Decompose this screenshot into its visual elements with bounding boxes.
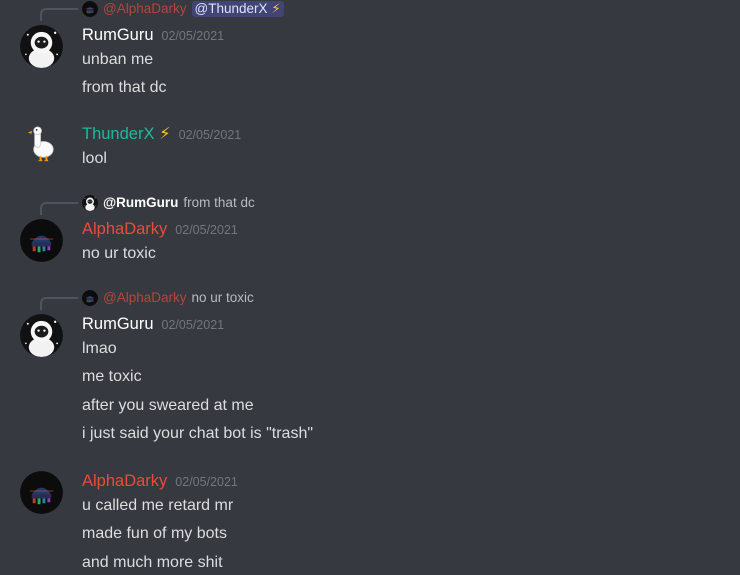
astronaut-avatar-icon (20, 25, 63, 68)
message-header: AlphaDarky 02/05/2021 (82, 219, 238, 240)
avatar-mini-icon (82, 1, 98, 17)
reply-preview[interactable]: @RumGuru from that dc (82, 195, 255, 211)
reply-spine (40, 297, 78, 310)
timestamp[interactable]: 02/05/2021 (175, 475, 238, 489)
username[interactable]: AlphaDarky (82, 220, 167, 238)
avatar[interactable] (20, 471, 63, 514)
message-line: u called me retard mr (82, 497, 234, 514)
message-line: i just said your chat bot is "trash" (82, 425, 314, 442)
message-line: me toxic (82, 368, 142, 385)
mention-tag[interactable]: @ThunderX ⚡ (191, 1, 284, 17)
avatar[interactable] (20, 122, 63, 165)
message-line: lool (82, 150, 107, 167)
timestamp[interactable]: 02/05/2021 (175, 223, 238, 237)
reply-author[interactable]: @RumGuru (103, 195, 178, 211)
astronaut-avatar-icon (20, 314, 63, 357)
reply-preview[interactable]: @AlphaDarky @ThunderX ⚡ (82, 1, 284, 17)
message-line: made fun of my bots (82, 525, 227, 542)
lightning-icon: ⚡ (271, 1, 281, 16)
timestamp[interactable]: 02/05/2021 (179, 128, 242, 142)
reply-preview[interactable]: @AlphaDarky no ur toxic (82, 290, 254, 306)
avatar-mini-icon (82, 195, 98, 211)
avatar-mini-icon (82, 290, 98, 306)
message-line: no ur toxic (82, 245, 156, 262)
lightning-icon: ⚡ (159, 125, 171, 143)
username[interactable]: AlphaDarky (82, 472, 167, 490)
timestamp[interactable]: 02/05/2021 (162, 318, 225, 332)
message-line: and much more shit (82, 554, 223, 571)
message-header: ThunderX ⚡ 02/05/2021 (82, 124, 241, 145)
avatar[interactable] (20, 25, 63, 68)
message-line: unban me (82, 51, 154, 68)
reply-text: from that dc (183, 195, 255, 210)
reply-author[interactable]: @AlphaDarky (103, 290, 187, 306)
reply-spine (40, 8, 78, 21)
username[interactable]: ThunderX (82, 125, 154, 143)
message-line: after you sweared at me (82, 397, 254, 414)
message-header: RumGuru 02/05/2021 (82, 314, 224, 335)
avatar[interactable] (20, 314, 63, 357)
reply-spine (40, 202, 78, 215)
message-header: AlphaDarky 02/05/2021 (82, 471, 238, 492)
reply-text: no ur toxic (191, 290, 254, 305)
glitch-avatar-icon (20, 471, 63, 514)
glitch-avatar-icon (20, 219, 63, 262)
timestamp[interactable]: 02/05/2021 (162, 29, 225, 43)
message-line: lmao (82, 340, 117, 357)
avatar[interactable] (20, 219, 63, 262)
chat-message-list: @AlphaDarky @ThunderX ⚡ RumGuru 02/05/202… (0, 0, 740, 575)
message-line: from that dc (82, 79, 167, 96)
message-header: RumGuru 02/05/2021 (82, 25, 224, 46)
reply-author[interactable]: @AlphaDarky (103, 1, 187, 17)
username[interactable]: RumGuru (82, 315, 154, 333)
username[interactable]: RumGuru (82, 26, 154, 44)
goose-avatar-icon (20, 122, 63, 165)
